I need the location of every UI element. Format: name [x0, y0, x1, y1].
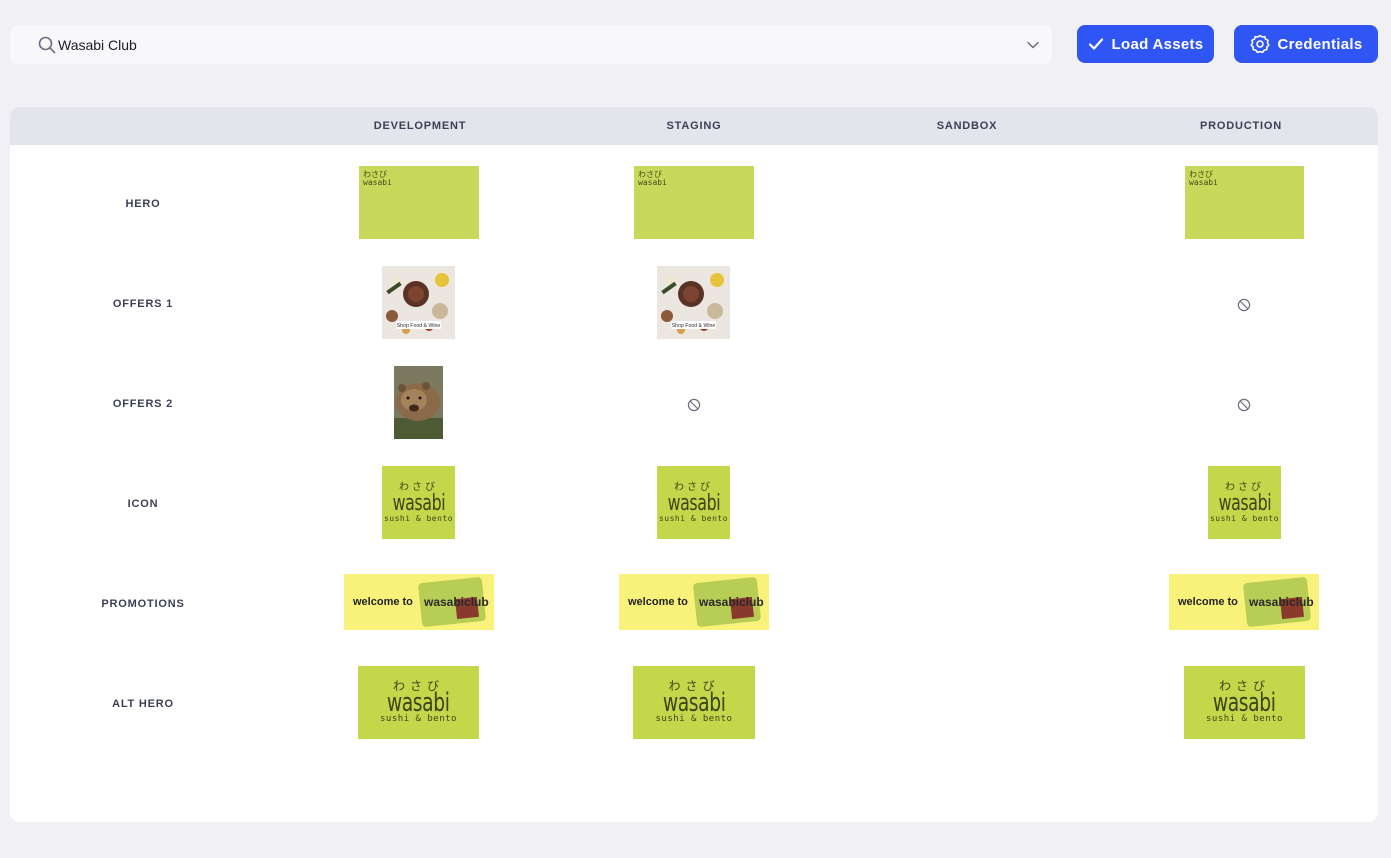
logo-word: wasabi	[667, 490, 720, 516]
search-icon	[38, 36, 56, 54]
row-label-icon: ICON	[127, 498, 159, 510]
hero-mini-logo: わさび wasabi	[638, 171, 667, 187]
hero-mini-word: wasabi	[1189, 178, 1218, 187]
hero-thumbnail-staging[interactable]: わさび wasabi	[634, 166, 754, 239]
chevron-down-icon[interactable]	[1026, 38, 1040, 52]
hero-mini-word: wasabi	[638, 178, 667, 187]
offers-1-thumbnail-development[interactable]: Shop Food & Wine	[382, 266, 455, 339]
load-assets-label: Load Assets	[1111, 35, 1204, 53]
search-input[interactable]	[58, 25, 998, 64]
promotions-thumbnail-development[interactable]: welcome to wasabiclub	[344, 574, 494, 630]
promo-left-text: welcome to	[627, 596, 688, 608]
bear-photo-image	[394, 366, 443, 439]
load-assets-button[interactable]: Load Assets	[1077, 25, 1214, 63]
row-label-offers-2: OFFERS 2	[112, 398, 174, 410]
logo-word: wasabi	[662, 688, 726, 718]
promo-right-text: wasabiclub	[1248, 595, 1314, 609]
table-header: DEVELOPMENT STAGING SANDBOX PRODUCTION	[10, 107, 1378, 145]
not-available-icon	[1237, 398, 1251, 412]
alt-hero-thumbnail-production[interactable]: わさび wasabi sushi & bento	[1184, 666, 1305, 739]
hero-mini-logo: わさび wasabi	[363, 171, 392, 187]
icon-thumbnail-production[interactable]: わさび wasabi sushi & bento	[1208, 466, 1281, 539]
offers-1-thumbnail-staging[interactable]: Shop Food & Wine	[657, 266, 730, 339]
hero-mini-word: wasabi	[363, 178, 392, 187]
logo-word: wasabi	[1213, 688, 1276, 718]
row-label-offers-1: OFFERS 1	[112, 298, 174, 310]
icon-thumbnail-development[interactable]: わさび wasabi sushi & bento	[382, 466, 455, 539]
promo-left-text: welcome to	[1177, 596, 1238, 608]
promotions-thumbnail-production[interactable]: welcome to wasabiclub	[1169, 574, 1319, 630]
credentials-button[interactable]: Credentials	[1234, 25, 1378, 63]
alt-hero-thumbnail-development[interactable]: わさび wasabi sushi & bento	[358, 666, 479, 739]
gear-icon	[1249, 34, 1270, 54]
icon-thumbnail-staging[interactable]: わさび wasabi sushi & bento	[657, 466, 730, 539]
column-header-production: PRODUCTION	[1200, 120, 1282, 132]
promo-right-text: wasabiclub	[423, 595, 489, 609]
logo-word: wasabi	[387, 688, 450, 718]
asset-grid-panel: DEVELOPMENT STAGING SANDBOX PRODUCTION H…	[10, 107, 1378, 822]
hero-mini-logo: わさび wasabi	[1189, 171, 1218, 187]
row-label-promotions: PROMOTIONS	[101, 598, 185, 610]
search-bar[interactable]	[10, 25, 1052, 64]
promotions-thumbnail-staging[interactable]: welcome to wasabiclub	[619, 574, 769, 630]
alt-hero-thumbnail-staging[interactable]: わさび wasabi sushi & bento	[633, 666, 755, 739]
column-header-development: DEVELOPMENT	[373, 120, 467, 132]
column-header-sandbox: SANDBOX	[936, 120, 998, 132]
hero-thumbnail-production[interactable]: わさび wasabi	[1185, 166, 1304, 239]
hero-thumbnail-development[interactable]: わさび wasabi	[359, 166, 479, 239]
food-caption: Shop Food & Wine	[397, 323, 441, 329]
welcome-banner-image: welcome to wasabiclub	[344, 574, 494, 630]
offers-2-thumbnail-development[interactable]	[394, 366, 443, 439]
logo-word: wasabi	[392, 490, 445, 516]
row-label-alt-hero: ALT HERO	[112, 698, 174, 710]
column-header-staging: STAGING	[666, 120, 722, 132]
logo-word: wasabi	[1218, 490, 1271, 516]
row-label-hero: HERO	[125, 198, 161, 210]
not-available-icon	[1237, 298, 1251, 312]
promo-right-text: wasabiclub	[698, 595, 764, 609]
not-available-icon	[687, 398, 701, 412]
food-and-wine-image: Shop Food & Wine	[657, 266, 730, 339]
food-and-wine-image: Shop Food & Wine	[382, 266, 455, 339]
food-caption: Shop Food & Wine	[672, 323, 716, 329]
welcome-banner-image: welcome to wasabiclub	[619, 574, 769, 630]
welcome-banner-image: welcome to wasabiclub	[1169, 574, 1319, 630]
promo-left-text: welcome to	[352, 596, 413, 608]
credentials-label: Credentials	[1277, 35, 1363, 53]
check-icon	[1088, 38, 1103, 50]
